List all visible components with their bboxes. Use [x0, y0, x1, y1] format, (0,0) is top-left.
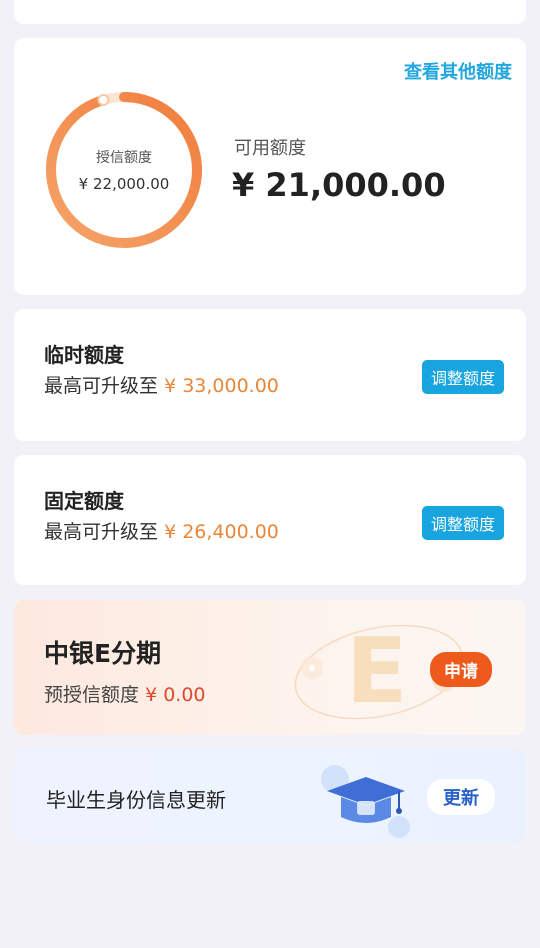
update-button[interactable]: 更新	[427, 779, 495, 815]
credit-overview-card: 查看其他额度 授信额度 ¥ 22,000.00 可用额度 ¥ 21,000.00	[14, 38, 526, 295]
temporary-limit-card: 临时额度 最高可升级至 ¥ 33,000.00 调整额度	[14, 309, 526, 441]
fixed-limit-card: 固定额度 最高可升级至 ¥ 26,400.00 调整额度	[14, 455, 526, 585]
graduation-cap-icon	[321, 765, 410, 838]
previous-card-bottom	[14, 0, 526, 24]
temporary-limit-sub: 最高可升级至 ¥ 33,000.00	[44, 371, 279, 398]
installment-sub: 预授信额度 ¥ 0.00	[44, 680, 206, 707]
view-other-limits-link[interactable]: 查看其他额度	[404, 58, 512, 84]
svg-text:E: E	[346, 619, 407, 724]
ring-center: 授信额度 ¥ 22,000.00	[42, 88, 206, 252]
fixed-limit-amount: ¥ 26,400.00	[164, 521, 279, 543]
upgrade-prefix: 最高可升级至	[44, 375, 159, 397]
granted-limit-value: ¥ 22,000.00	[78, 175, 170, 193]
upgrade-prefix: 最高可升级至	[44, 521, 159, 543]
adjust-fixed-limit-button[interactable]: 调整额度	[421, 506, 504, 540]
fixed-limit-sub: 最高可升级至 ¥ 26,400.00	[44, 517, 279, 544]
available-limit-value: ¥ 21,000.00	[232, 166, 446, 204]
pre-credit-label: 预授信额度	[44, 684, 140, 706]
granted-limit-label: 授信额度	[96, 150, 152, 166]
adjust-temporary-limit-button[interactable]: 调整额度	[421, 360, 504, 394]
graduate-info-title: 毕业生身份信息更新	[46, 788, 226, 812]
fixed-limit-title: 固定额度	[44, 489, 124, 513]
apply-button[interactable]: 申请	[430, 652, 492, 687]
installment-card[interactable]: E 中银E分期 预授信额度 ¥ 0.00 申请	[14, 600, 526, 735]
available-limit-label: 可用额度	[234, 138, 306, 159]
temporary-limit-amount: ¥ 33,000.00	[164, 375, 279, 397]
temporary-limit-title: 临时额度	[44, 343, 124, 367]
installment-title: 中银E分期	[44, 639, 162, 668]
graduate-info-card[interactable]: 毕业生身份信息更新 更新	[14, 749, 526, 842]
pre-credit-amount: ¥ 0.00	[145, 684, 206, 706]
